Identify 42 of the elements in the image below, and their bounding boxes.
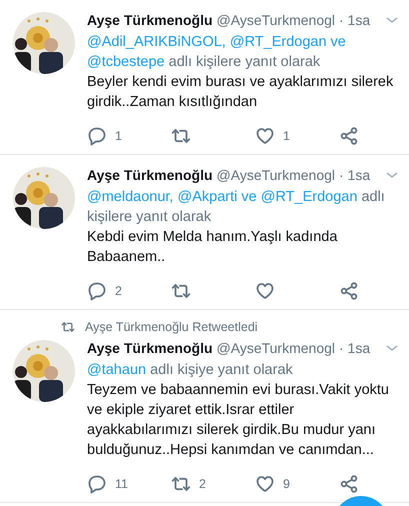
mention-link[interactable]: @tahaun: [87, 362, 146, 378]
retweet-icon[interactable]: [171, 281, 191, 301]
share-icon[interactable]: [339, 281, 359, 301]
author-handle: @AyseTurkmenogl: [216, 12, 335, 28]
reply-count: 1: [115, 129, 122, 143]
reply-icon[interactable]: [87, 474, 107, 494]
heart-icon[interactable]: [255, 281, 275, 301]
mention-link[interactable]: @meldaonur,: [87, 189, 174, 205]
retweet-label: Ayşe Türkmenoğlu Retweetledi: [85, 320, 258, 334]
tweet-time: · 1sa: [339, 340, 370, 356]
author-name[interactable]: Ayşe Türkmenoğlu: [87, 167, 213, 183]
author-name[interactable]: Ayşe Türkmenoğlu: [87, 12, 213, 28]
like-count: 1: [283, 129, 290, 143]
mention-link[interactable]: @Adil_ARIKBiNGOL,: [87, 34, 226, 50]
tweet-text: Kebdi evim Melda hanım.Yaşlı kadında Babaanem..: [87, 228, 338, 267]
mention-link[interactable]: @Akparti ve: [178, 189, 257, 205]
author-handle: @AyseTurkmenogl: [216, 340, 335, 356]
reply-icon[interactable]: [87, 126, 107, 146]
retweet-icon[interactable]: [171, 474, 191, 494]
author-name[interactable]: Ayşe Türkmenoğlu: [87, 340, 213, 356]
share-icon[interactable]: [339, 126, 359, 146]
tweet-text: Beyler kendi evim burası ve ayaklarımızı silerek girdik..Zaman kısıtlığından: [87, 73, 394, 112]
mention-link[interactable]: @tcbestepe: [87, 54, 165, 70]
reply-count: 11: [115, 477, 128, 491]
mention-link[interactable]: @RT_Erdogan ve: [230, 34, 346, 50]
retweet-icon[interactable]: [171, 126, 191, 146]
reply-context: @meldaonur, @Akparti ve @RT_Erdogan adlı kişilere yanıt olarak: [87, 188, 386, 227]
retweet-icon: [61, 320, 75, 334]
retweet-count: 2: [199, 477, 206, 491]
tweet-text: Teyzem ve babaannemin evi burası.Vakit yoktu ve ekiple ziyaret ettik.Israr ettiler ayakkabılarımızı silerek girdik.Bu mudur yanı bulduğunuz..Hepsi kanımdan ve canımdan...: [87, 381, 390, 460]
author-handle: @AyseTurkmenogl: [216, 167, 335, 183]
like-count: 9: [283, 477, 290, 491]
heart-icon[interactable]: [255, 126, 275, 146]
share-icon[interactable]: [339, 474, 359, 494]
reply-context: @Adil_ARIKBiNGOL, @RT_Erdogan ve @tcbestepe adlı kişilere yanıt olarak: [87, 33, 347, 72]
reply-count: 2: [115, 284, 122, 298]
reply-context: @tahaun adlı kişiye yanıt olarak: [87, 361, 294, 380]
mention-link[interactable]: @RT_Erdogan: [260, 189, 358, 205]
tweet-time: · 1sa: [339, 167, 370, 183]
tweet-time: · 1sa: [339, 12, 370, 28]
reply-icon[interactable]: [87, 281, 107, 301]
heart-icon[interactable]: [255, 474, 275, 494]
